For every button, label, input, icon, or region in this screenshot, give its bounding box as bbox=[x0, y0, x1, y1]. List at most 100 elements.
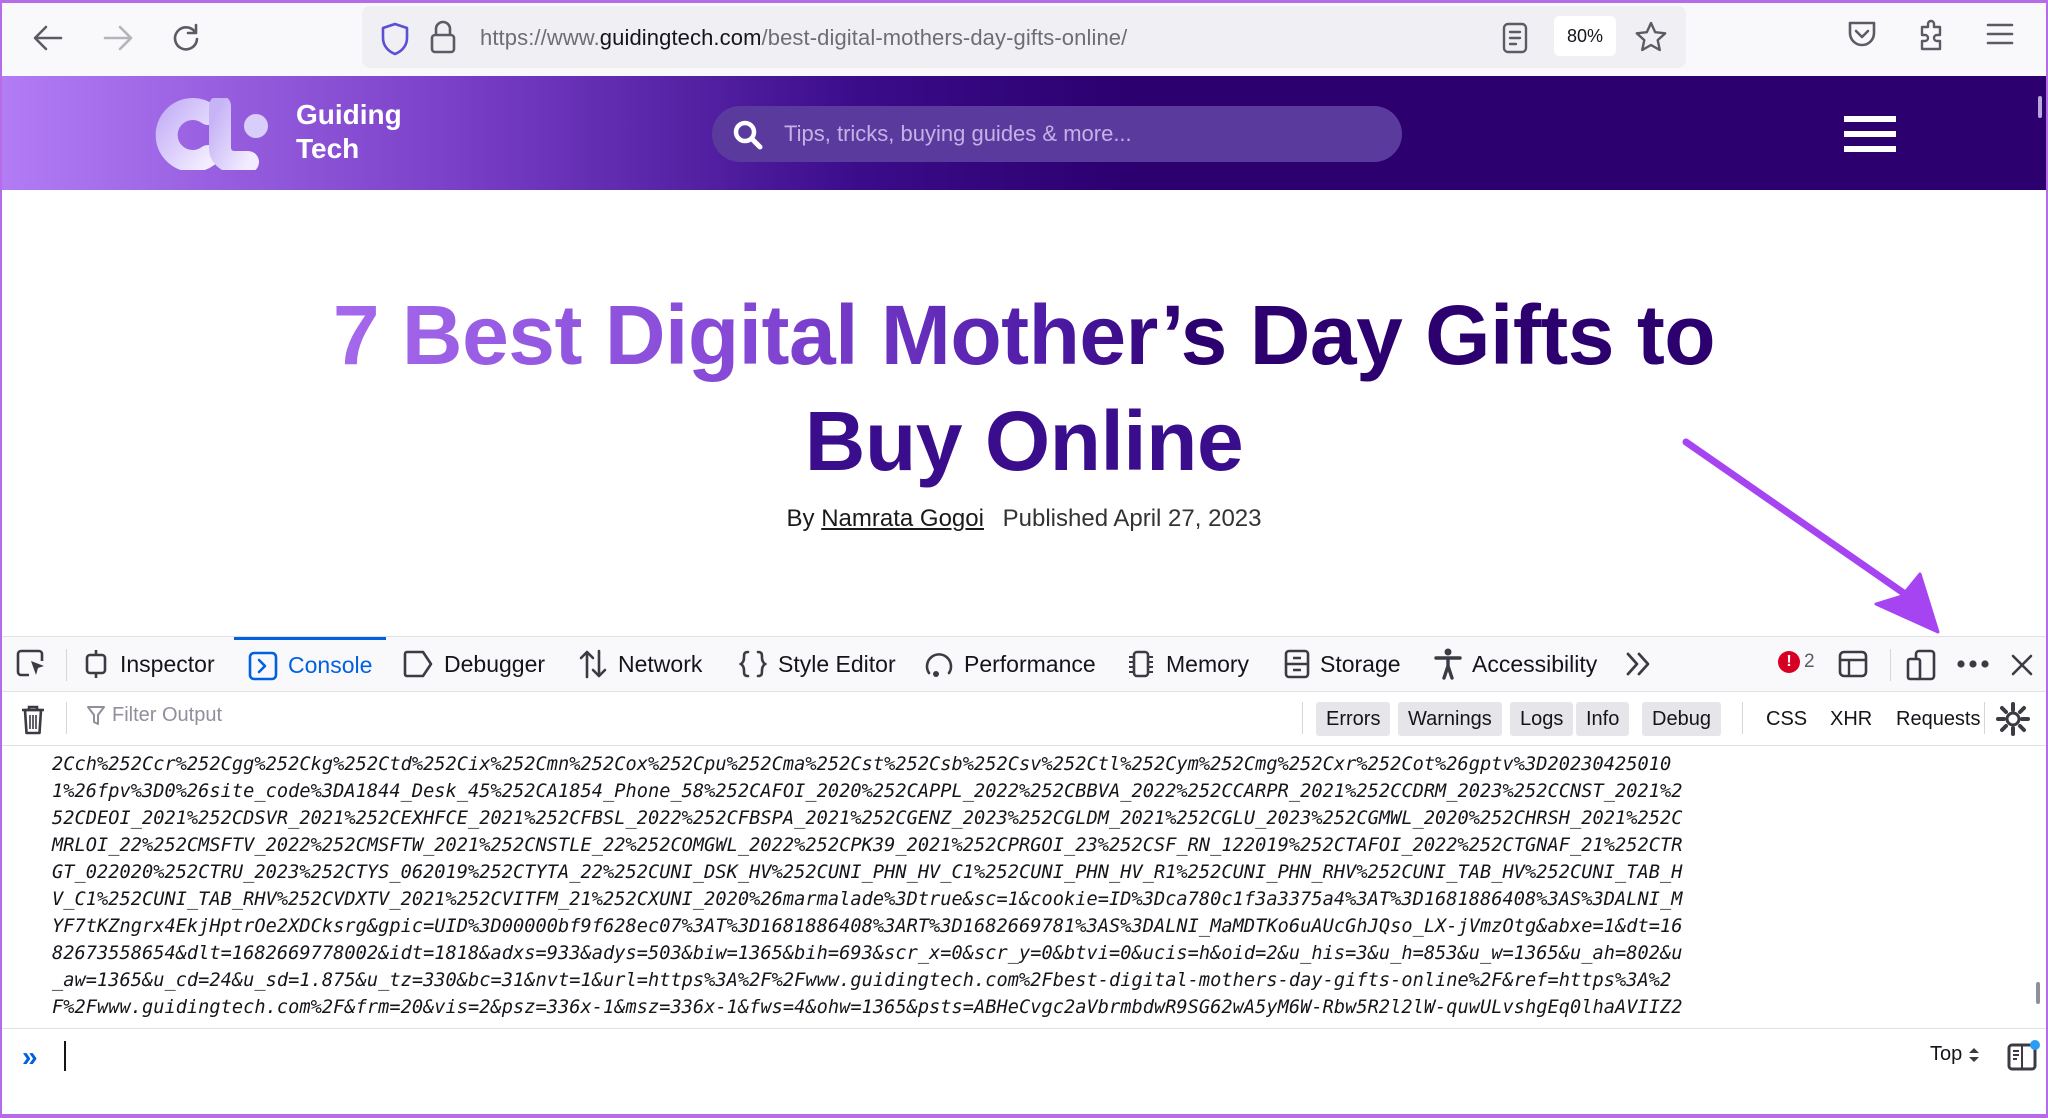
menu-icon[interactable] bbox=[1986, 22, 2014, 46]
site-search-input[interactable]: Tips, tricks, buying guides & more... bbox=[712, 106, 1402, 162]
filter-css-button[interactable]: CSS bbox=[1756, 702, 1817, 736]
tab-label: Inspector bbox=[120, 650, 215, 677]
toolbar-divider bbox=[1984, 702, 1985, 734]
tab-label: Memory bbox=[1166, 650, 1250, 677]
tab-label: Style Editor bbox=[778, 650, 896, 677]
prompt-chevron-icon: » bbox=[22, 1041, 38, 1072]
article-title-line1: 7 Best Digital Mother’s Day Gifts to bbox=[332, 288, 1716, 382]
filter-placeholder: Filter Output bbox=[112, 704, 223, 726]
element-picker-icon bbox=[16, 649, 44, 677]
responsive-design-icon[interactable] bbox=[1906, 649, 1936, 681]
performance-icon bbox=[925, 653, 953, 677]
reload-button[interactable] bbox=[164, 18, 208, 58]
hamburger-bar bbox=[1844, 146, 1896, 152]
filter-warnings-button[interactable]: Warnings bbox=[1398, 702, 1502, 736]
console-line: F%2Fwww.guidingtech.com%2F&frm=20&vis=2&… bbox=[52, 997, 1683, 1018]
error-count-badge[interactable]: ! 2 bbox=[1778, 651, 1815, 673]
tab-label: Network bbox=[618, 650, 703, 677]
reload-icon bbox=[173, 23, 199, 51]
tab-accessibility[interactable]: Accessibility bbox=[1434, 637, 1597, 691]
console-output[interactable]: , , , , , , 2Cch%252Ccr%252Cgg%252Ckg%25… bbox=[2, 746, 2046, 1028]
zoom-level-button[interactable]: 80% bbox=[1554, 16, 1616, 56]
url-path: /best-digital-mothers-day-gifts-online/ bbox=[761, 25, 1128, 50]
console-line: V_C1%252CUNI_TAB_RHV%252CVDXTV_2021%252C… bbox=[52, 889, 1683, 910]
tab-inspector[interactable]: Inspector bbox=[82, 637, 215, 691]
site-header: Guiding Tech Tips, tricks, buying guides… bbox=[2, 76, 2046, 190]
console-sidebar-toggle-icon[interactable] bbox=[2006, 1039, 2040, 1073]
context-selector[interactable]: Top bbox=[1930, 1043, 1980, 1066]
filter-info-button[interactable]: Info bbox=[1576, 702, 1630, 736]
tab-console[interactable]: Console bbox=[234, 637, 387, 691]
back-button[interactable] bbox=[26, 18, 70, 58]
tab-storage[interactable]: Storage bbox=[1284, 637, 1401, 691]
tab-label: Performance bbox=[964, 650, 1096, 677]
toolbar-divider bbox=[66, 702, 67, 734]
tab-style-editor[interactable]: Style Editor bbox=[738, 637, 896, 691]
toolbar-divider bbox=[66, 649, 67, 681]
tab-memory[interactable]: Memory bbox=[1126, 637, 1249, 691]
guiding-tech-logo-icon[interactable] bbox=[152, 98, 276, 170]
toolbar-divider bbox=[1302, 702, 1303, 734]
shield-icon[interactable] bbox=[380, 22, 410, 56]
debugger-icon bbox=[403, 650, 433, 678]
console-filter-bar: Filter Output Errors Warnings Logs Info … bbox=[2, 692, 2046, 746]
console-line: 52CDEOI_2021%252CDSVR_2021%252CEXHFCE_20… bbox=[52, 808, 1683, 829]
tab-label: Storage bbox=[1320, 650, 1401, 677]
error-icon: ! bbox=[1778, 651, 1800, 673]
filter-requests-button[interactable]: Requests bbox=[1886, 702, 1991, 736]
console-line: GT_022020%252CTRU_2023%252CTYS_062019%25… bbox=[52, 862, 1683, 883]
error-count: 2 bbox=[1804, 651, 1815, 672]
element-picker-button[interactable] bbox=[16, 637, 48, 691]
storage-icon bbox=[1284, 649, 1310, 679]
clear-console-icon[interactable] bbox=[20, 704, 46, 736]
toolbar-divider bbox=[1742, 702, 1743, 734]
logo-text[interactable]: Guiding Tech bbox=[296, 98, 402, 166]
tab-network[interactable]: Network bbox=[578, 637, 702, 691]
author-link[interactable]: Namrata Gogoi bbox=[821, 505, 984, 532]
tab-label: Accessibility bbox=[1472, 650, 1598, 677]
hamburger-bar bbox=[1844, 131, 1896, 137]
url-text[interactable]: https://www.guidingtech.com/best-digital… bbox=[480, 25, 1127, 51]
filter-xhr-button[interactable]: XHR bbox=[1820, 702, 1882, 736]
filter-debug-button[interactable]: Debug bbox=[1642, 702, 1721, 736]
forward-icon bbox=[103, 25, 133, 51]
close-devtools-icon[interactable] bbox=[2010, 653, 2034, 677]
memory-icon bbox=[1129, 650, 1153, 678]
filter-output-input[interactable]: Filter Output bbox=[86, 704, 222, 727]
star-icon[interactable] bbox=[1634, 20, 1668, 54]
inspector-icon bbox=[85, 650, 107, 678]
tab-debugger[interactable]: Debugger bbox=[402, 637, 545, 691]
url-bar[interactable]: https://www.guidingtech.com/best-digital… bbox=[362, 6, 1686, 68]
filter-logs-button[interactable]: Logs bbox=[1510, 702, 1574, 736]
double-chevron-right-icon bbox=[1626, 652, 1650, 676]
hamburger-bar bbox=[1844, 116, 1896, 122]
site-menu-button[interactable] bbox=[1844, 116, 1896, 152]
dock-layout-icon[interactable] bbox=[1838, 649, 1868, 679]
by-label: By bbox=[786, 505, 815, 532]
search-icon bbox=[733, 120, 763, 150]
accessibility-icon bbox=[1434, 648, 1462, 680]
published-date: Published April 27, 2023 bbox=[1002, 505, 1262, 532]
console-scrollbar[interactable] bbox=[2036, 982, 2040, 1004]
logo-text-line1: Guiding bbox=[296, 99, 402, 130]
extensions-icon[interactable] bbox=[1916, 18, 1948, 52]
article-title-line2: Buy Online bbox=[804, 394, 1244, 488]
more-tabs-button[interactable] bbox=[1624, 637, 1654, 691]
console-line: 82673558654&dlt=1682669778002&idt=1818&a… bbox=[52, 943, 1683, 964]
page-scrollbar[interactable] bbox=[2038, 96, 2042, 118]
back-icon bbox=[33, 25, 63, 51]
filter-errors-button[interactable]: Errors bbox=[1316, 702, 1391, 736]
updown-chevron-icon bbox=[1969, 1047, 1980, 1062]
console-line: YF7tKZngrx4EkjHptrOe2XDCksrg&gpic=UID%3D… bbox=[52, 916, 1683, 937]
tab-performance[interactable]: Performance bbox=[924, 637, 1096, 691]
console-settings-icon[interactable] bbox=[1996, 702, 2030, 736]
browser-toolbar: https://www.guidingtech.com/best-digital… bbox=[0, 0, 2048, 76]
more-options-button[interactable] bbox=[1956, 659, 1990, 669]
pocket-icon[interactable] bbox=[1846, 18, 1878, 50]
lock-icon[interactable] bbox=[430, 20, 456, 54]
forward-button[interactable] bbox=[96, 18, 140, 58]
tab-label: Debugger bbox=[444, 650, 546, 677]
console-line: 1%26fpv%3D0%26site_code%3DA1844_Desk_45%… bbox=[52, 781, 1683, 802]
console-input[interactable]: » Top bbox=[2, 1028, 2046, 1114]
reader-view-icon[interactable] bbox=[1502, 22, 1528, 54]
